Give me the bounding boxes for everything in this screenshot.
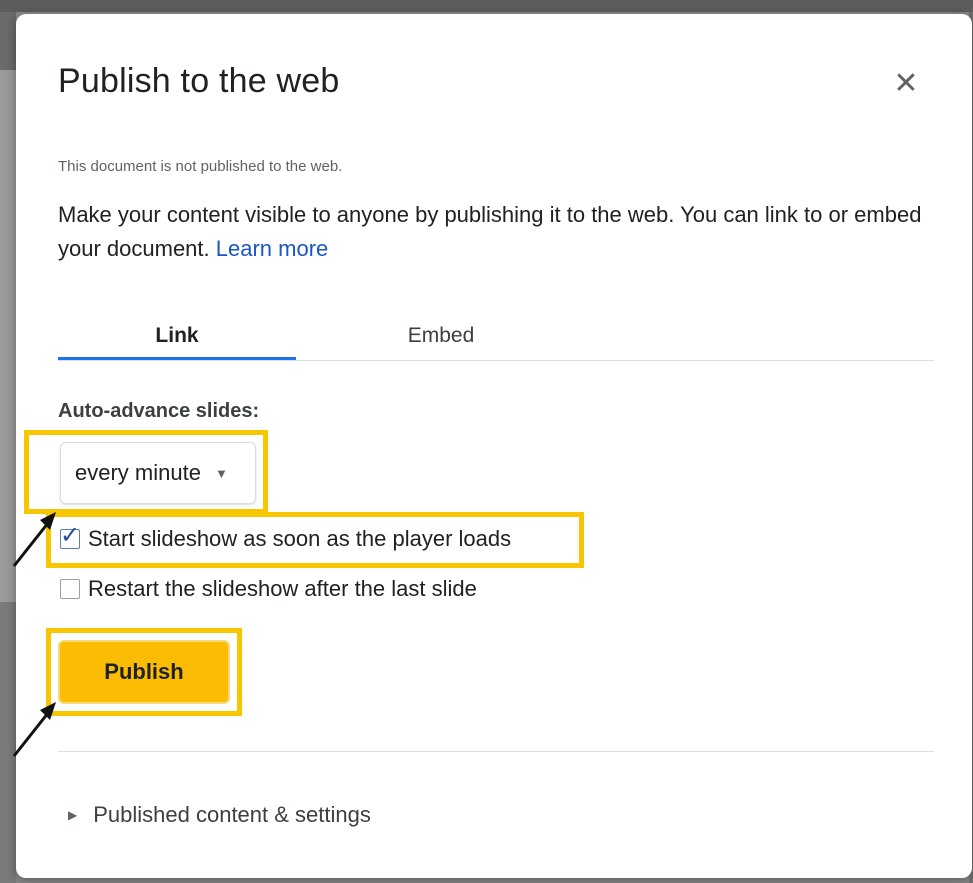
published-settings-label: Published content & settings — [93, 802, 371, 827]
auto-advance-value: every minute — [75, 460, 201, 485]
annotation-arrow — [12, 512, 56, 567]
option-restart-after-last[interactable]: Restart the slideshow after the last sli… — [60, 576, 477, 602]
tab-link[interactable]: Link — [58, 314, 296, 358]
caret-down-icon: ▼ — [214, 465, 228, 481]
auto-advance-label: Auto-advance slides: — [58, 400, 260, 422]
tab-selected-indicator — [58, 357, 296, 360]
dialog-title: Publish to the web — [58, 62, 340, 100]
triangle-right-icon: ▶ — [68, 808, 78, 822]
description-text: Make your content visible to anyone by p… — [58, 202, 922, 261]
tab-embed[interactable]: Embed — [296, 314, 586, 358]
description: Make your content visible to anyone by p… — [58, 198, 938, 266]
option-start-on-load[interactable]: ✓ Start slideshow as soon as the player … — [60, 524, 512, 552]
backdrop-top — [0, 0, 973, 12]
learn-more-link[interactable]: Learn more — [216, 236, 329, 261]
publish-status: This document is not published to the we… — [58, 158, 343, 175]
annotation-arrow — [12, 702, 56, 757]
published-settings-expander[interactable]: ▶ Published content & settings — [68, 802, 371, 828]
auto-advance-dropdown[interactable]: every minute ▼ — [60, 442, 256, 504]
publish-dialog: Publish to the web ✕ This document is no… — [16, 14, 972, 878]
backdrop-segment — [0, 12, 16, 70]
tab-bar: Link Embed — [58, 314, 934, 361]
start-slideshow-label: Start slideshow as soon as the player lo… — [88, 526, 512, 551]
restart-slideshow-label: Restart the slideshow after the last sli… — [88, 576, 477, 601]
close-icon[interactable]: ✕ — [888, 66, 924, 102]
publish-button[interactable]: Publish — [58, 640, 230, 704]
restart-slideshow-checkbox[interactable] — [60, 579, 80, 599]
divider — [58, 751, 934, 752]
